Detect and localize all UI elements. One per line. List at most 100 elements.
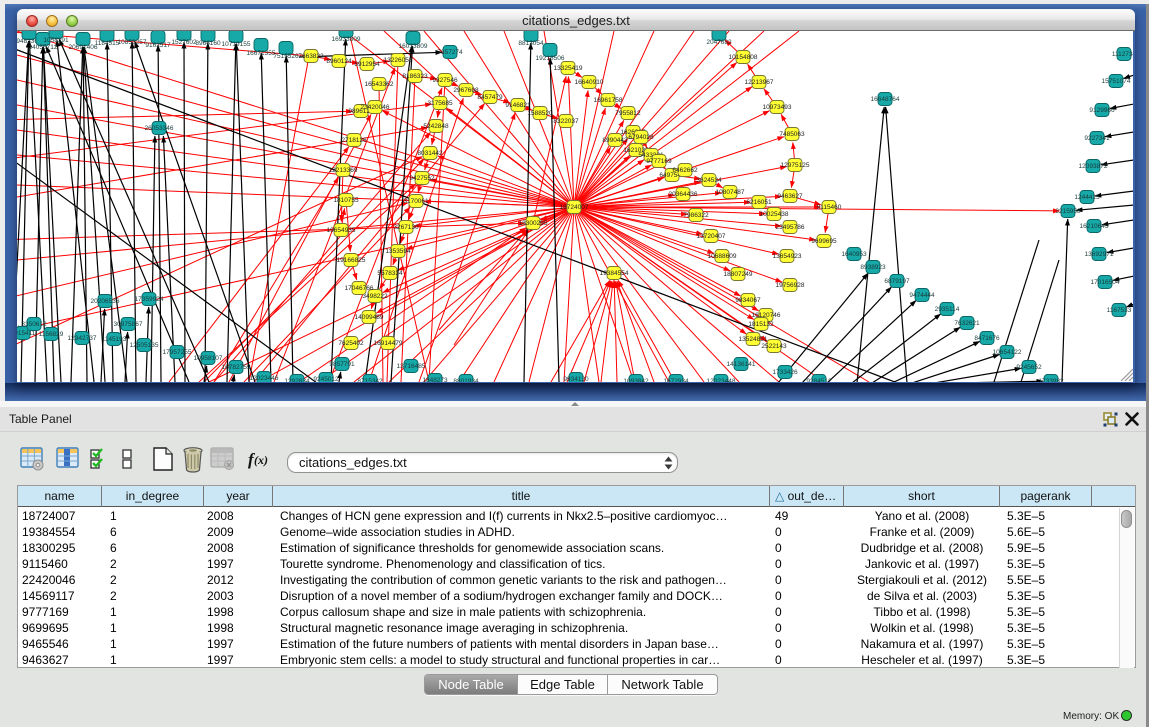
svg-text:9934120: 9934120: [563, 376, 589, 382]
svg-text:8938923: 8938923: [860, 264, 886, 271]
svg-text:2522143: 2522143: [761, 343, 787, 350]
svg-text:9227341: 9227341: [1084, 135, 1110, 142]
svg-text:20364436: 20364436: [669, 191, 698, 198]
svg-text:13524851: 13524851: [739, 336, 768, 343]
svg-text:16782759: 16782759: [222, 364, 251, 371]
svg-text:1733426: 1733426: [772, 369, 798, 376]
svg-text:14136141: 14136141: [727, 361, 756, 368]
svg-text:12213369: 12213369: [329, 167, 358, 174]
svg-text:7485063: 7485063: [779, 131, 805, 138]
svg-text:16648764: 16648764: [871, 96, 900, 103]
svg-text:10719155: 10719155: [222, 41, 251, 48]
svg-text:17957255: 17957255: [163, 349, 192, 356]
svg-text:14055712: 14055712: [29, 44, 58, 51]
svg-text:19218506: 19218506: [536, 55, 565, 62]
svg-text:9162517: 9162517: [145, 42, 171, 49]
svg-text:1112734: 1112734: [1112, 51, 1133, 58]
svg-text:20206536: 20206536: [91, 298, 120, 305]
svg-text:1292834: 1292834: [284, 378, 310, 382]
svg-text:16210643: 16210643: [1080, 223, 1109, 230]
svg-text:16543362: 16543362: [365, 81, 394, 88]
svg-text:10973493: 10973493: [763, 104, 792, 111]
svg-text:10958107: 10958107: [194, 355, 223, 362]
svg-text:14099489: 14099489: [355, 314, 384, 321]
svg-text:10853257: 10853257: [118, 39, 147, 46]
svg-text:7625402: 7625402: [338, 340, 364, 347]
svg-text:2935114: 2935114: [935, 306, 960, 313]
svg-text:7663822: 7663822: [298, 53, 324, 60]
svg-text:1244415: 1244415: [1074, 194, 1100, 201]
svg-text:9427552: 9427552: [409, 175, 435, 182]
svg-text:8322037: 8322037: [553, 118, 579, 125]
svg-text:10807487: 10807487: [716, 189, 745, 196]
svg-text:7357274: 7357274: [437, 49, 463, 56]
svg-text:13654923: 13654923: [773, 253, 802, 260]
svg-text:19384554: 19384554: [600, 270, 629, 277]
svg-text:8186323: 8186323: [402, 73, 428, 80]
svg-text:7986322: 7986322: [683, 212, 709, 219]
svg-text:3915411: 3915411: [17, 330, 36, 337]
svg-text:13692971: 13692971: [1085, 251, 1114, 258]
svg-text:7515526: 7515526: [273, 53, 299, 60]
svg-text:15751074: 15751074: [1102, 78, 1131, 85]
svg-text:16033809: 16033809: [399, 43, 428, 50]
svg-text:8801934: 8801934: [453, 378, 479, 382]
svg-text:6216051: 6216051: [746, 199, 772, 206]
svg-text:3170061: 3170061: [403, 198, 429, 205]
svg-text:12975125: 12975125: [781, 162, 810, 169]
svg-text:20691406: 20691406: [69, 44, 98, 51]
svg-text:16933809: 16933809: [332, 36, 361, 43]
svg-text:9146821: 9146821: [505, 102, 531, 109]
svg-text:9115460: 9115460: [817, 204, 842, 211]
svg-text:19654935: 19654935: [327, 227, 356, 234]
svg-text:16640910: 16640910: [575, 79, 604, 86]
svg-text:1810755: 1810755: [333, 197, 359, 204]
svg-text:1058391: 1058391: [43, 37, 69, 44]
svg-text:1848273: 1848273: [422, 377, 448, 382]
svg-text:10654122: 10654122: [993, 349, 1022, 356]
svg-text:17359924: 17359924: [135, 296, 164, 303]
svg-text:13325419: 13325419: [554, 65, 583, 72]
svg-text:12023446: 12023446: [250, 375, 279, 382]
svg-text:3350612: 3350612: [21, 321, 47, 328]
svg-text:2967608: 2967608: [453, 87, 479, 94]
svg-text:17016504: 17016504: [1091, 279, 1120, 286]
svg-text:9327546: 9327546: [432, 77, 458, 84]
svg-text:1156829: 1156829: [39, 331, 64, 338]
svg-text:19166825: 19166825: [337, 257, 366, 264]
svg-text:8960124: 8960124: [326, 58, 352, 65]
svg-text:1527602: 1527602: [171, 39, 197, 46]
svg-text:5242848: 5242848: [423, 123, 449, 130]
svg-text:9463627: 9463627: [777, 193, 803, 200]
svg-text:1184515: 1184515: [95, 40, 120, 47]
svg-text:16961758: 16961758: [594, 97, 623, 104]
svg-text:10154808: 10154808: [729, 54, 758, 61]
svg-text:1093842: 1093842: [623, 378, 649, 382]
svg-text:1353594: 1353594: [385, 248, 411, 255]
svg-text:19756928: 19756928: [776, 282, 805, 289]
svg-text:3267130: 3267130: [393, 224, 419, 231]
svg-text:23495786: 23495786: [776, 224, 805, 231]
svg-text:9857791: 9857791: [329, 361, 355, 368]
svg-text:6879197: 6879197: [884, 278, 910, 285]
svg-text:23420046: 23420046: [361, 104, 390, 111]
svg-text:5578334: 5578334: [377, 270, 403, 277]
svg-text:3498222: 3498222: [362, 293, 388, 300]
svg-text:6462662: 6462662: [672, 167, 698, 174]
svg-text:12505135: 12505135: [130, 342, 159, 349]
svg-text:(x): (x): [254, 453, 268, 467]
svg-text:1588520: 1588520: [527, 110, 553, 117]
svg-text:18300295: 18300295: [519, 220, 548, 227]
svg-text:1672934: 1672934: [663, 378, 689, 382]
svg-text:2718126: 2718126: [341, 137, 367, 144]
svg-text:13716485: 13716485: [397, 363, 426, 370]
svg-text:3215958: 3215958: [1055, 208, 1081, 215]
svg-text:1145193: 1145193: [102, 336, 127, 343]
svg-text:18724007: 18724007: [560, 204, 589, 211]
svg-text:1815132: 1815132: [748, 321, 774, 328]
svg-text:2047682: 2047682: [706, 39, 732, 46]
svg-text:1167533: 1167533: [1107, 307, 1132, 314]
svg-text:9474444: 9474444: [909, 292, 935, 299]
svg-text:8715342: 8715342: [357, 378, 383, 382]
svg-text:30975867: 30975867: [114, 321, 143, 328]
